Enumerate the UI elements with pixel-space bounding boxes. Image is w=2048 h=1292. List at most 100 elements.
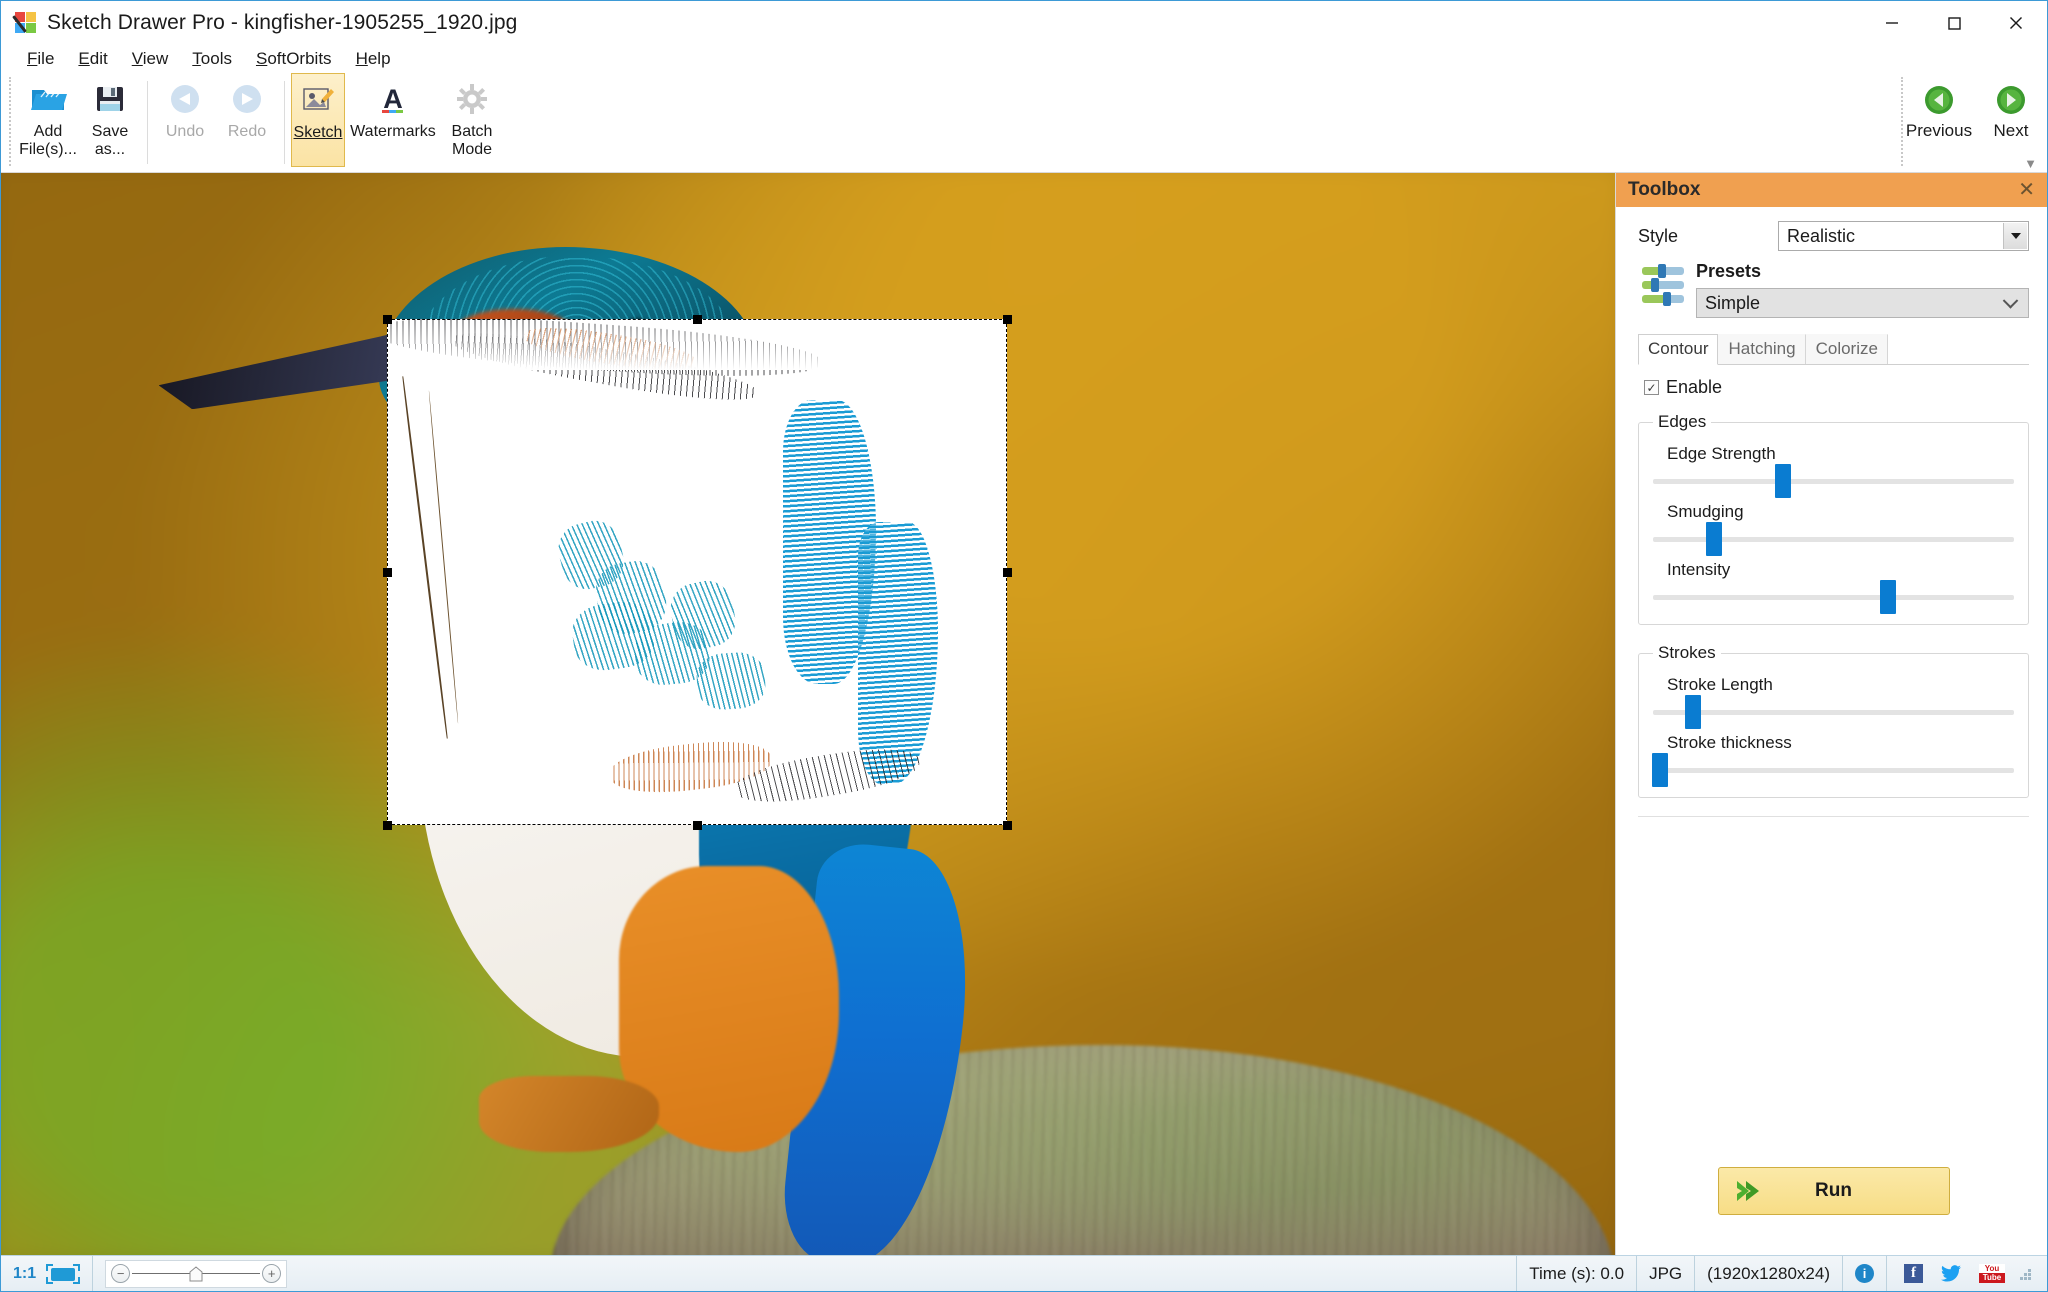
image-canvas[interactable]	[1, 173, 1615, 1255]
toolbox-header: Toolbox ✕	[1616, 173, 2047, 207]
menu-item-edit[interactable]: Edit	[66, 47, 119, 71]
undo-button[interactable]: Undo	[154, 73, 216, 165]
minimize-button[interactable]	[1861, 1, 1923, 45]
effect-tabs: Contour Hatching Colorize	[1638, 334, 2029, 365]
main-body: Toolbox ✕ Style Realistic Presets Simple…	[1, 173, 2047, 1255]
ribbon-expand-icon[interactable]: ▼	[2024, 157, 2037, 170]
floppy-disk-icon	[94, 79, 126, 119]
tab-hatching[interactable]: Hatching	[1718, 334, 1806, 364]
redo-button[interactable]: Redo	[216, 73, 278, 165]
selection-handle-nw[interactable]	[382, 315, 392, 325]
title-bar: Sketch Drawer Pro - kingfisher-1905255_1…	[1, 1, 2047, 45]
time-cell: Time (s): 0.0	[1529, 1263, 1625, 1283]
selection-handle-w[interactable]	[382, 568, 392, 578]
maximize-button[interactable]	[1923, 1, 1985, 45]
batch-mode-label-line1: Batch	[451, 123, 493, 140]
zoom-track[interactable]	[132, 1265, 261, 1281]
stroke-thickness-slider[interactable]	[1652, 753, 2014, 787]
tab-contour[interactable]: Contour	[1638, 334, 1719, 365]
run-button-wrap: Run	[1638, 1141, 2029, 1255]
watermarks-label: Watermarks	[350, 123, 436, 140]
previous-button[interactable]: Previous	[1903, 83, 1975, 141]
batch-mode-label-line2: Mode	[451, 141, 493, 159]
redo-label: Redo	[227, 123, 267, 140]
stroke-length-block: Stroke Length	[1653, 675, 2014, 729]
chevron-down-icon[interactable]	[2003, 223, 2027, 249]
tab-colorize[interactable]: Colorize	[1805, 334, 1888, 364]
style-dropdown[interactable]: Realistic	[1778, 221, 2029, 251]
dimensions-cell: (1920x1280x24)	[1707, 1263, 1830, 1283]
presets-dropdown[interactable]: Simple	[1696, 288, 2029, 318]
selection-handle-n[interactable]	[692, 315, 702, 325]
save-as-label-line1: Save	[91, 123, 129, 140]
resize-grip[interactable]	[2018, 1267, 2032, 1281]
green-right-arrow-icon	[1995, 83, 2027, 117]
next-button[interactable]: Next	[1975, 83, 2047, 141]
selection-handle-s[interactable]	[692, 821, 702, 831]
sketch-button[interactable]: Sketch	[291, 73, 345, 167]
close-button[interactable]	[1985, 1, 2047, 45]
run-button[interactable]: Run	[1717, 1167, 1950, 1215]
selection-handle-ne[interactable]	[1002, 315, 1012, 325]
selection-handle-se[interactable]	[1002, 821, 1012, 831]
facebook-icon[interactable]: f	[1904, 1264, 1923, 1283]
stroke-length-slider[interactable]	[1653, 695, 2014, 729]
ribbon-drag-handle[interactable]	[9, 77, 11, 166]
enable-checkbox[interactable]: ✓	[1644, 380, 1659, 395]
zoom-in-button[interactable]: +	[262, 1264, 282, 1283]
zoom-out-button[interactable]: −	[111, 1264, 131, 1283]
next-label: Next	[1993, 121, 2029, 140]
zoom-ratio-label[interactable]: 1:1	[13, 1265, 36, 1283]
save-as-button[interactable]: Save as...	[79, 73, 141, 165]
menu-item-softorbits[interactable]: SoftOrbits	[244, 47, 344, 71]
menu-item-view[interactable]: View	[120, 47, 181, 71]
menu-item-file[interactable]: File	[15, 47, 66, 71]
sketch-label: Sketch	[293, 124, 343, 141]
sketch-picture-pencil-icon	[301, 80, 335, 120]
presets-label: Presets	[1696, 261, 1762, 281]
undo-label: Undo	[165, 123, 205, 140]
sketch-drawer-logo-icon	[12, 12, 37, 34]
intensity-label: Intensity	[1667, 560, 1731, 579]
selection-handle-e[interactable]	[1002, 568, 1012, 578]
letter-a-icon: A	[376, 79, 410, 119]
edge-strength-slider[interactable]	[1653, 464, 2014, 498]
toolbox-body: Style Realistic Presets Simple Contour H…	[1616, 207, 2047, 1255]
status-bar: 1:1 − + Time (s): 0.0 JPG (1920x1280x24)…	[1, 1255, 2047, 1291]
enable-checkbox-row[interactable]: ✓ Enable	[1644, 377, 2029, 398]
run-label: Run	[1815, 1180, 1852, 1201]
ribbon-group-history: Undo Redo	[154, 73, 278, 172]
menu-item-tools[interactable]: Tools	[180, 47, 244, 71]
selection-handle-sw[interactable]	[382, 821, 392, 831]
twitter-icon[interactable]	[1941, 1265, 1961, 1282]
close-icon[interactable]: ✕	[2014, 180, 2039, 200]
fit-to-window-icon[interactable]	[46, 1263, 81, 1284]
application-window: Sketch Drawer Pro - kingfisher-1905255_1…	[0, 0, 2048, 1292]
smudging-block: Smudging	[1653, 502, 2014, 556]
zoom-home-icon[interactable]	[189, 1265, 203, 1282]
social-cell: f You Tube	[1887, 1256, 2047, 1291]
info-icon[interactable]: i	[1855, 1264, 1874, 1283]
menu-item-help[interactable]: Help	[344, 47, 403, 71]
info-cell[interactable]: i	[1843, 1256, 1886, 1291]
ribbon-group-effects: Sketch A Watermarks Batch Mode	[291, 73, 503, 172]
ribbon-group-file: Add File(s)... Save as...	[17, 73, 141, 172]
svg-text:A: A	[383, 84, 403, 114]
sketch-preview-region	[386, 319, 1007, 826]
add-files-label-line1: Add	[33, 123, 63, 140]
green-left-arrow-icon	[1923, 83, 1955, 117]
batch-mode-button[interactable]: Batch Mode	[441, 73, 503, 165]
edge-strength-label: Edge Strength	[1667, 444, 1776, 463]
zoom-slider[interactable]: − +	[105, 1259, 288, 1288]
intensity-block: Intensity	[1653, 560, 2014, 614]
add-files-button[interactable]: Add File(s)...	[17, 73, 79, 165]
smudging-slider[interactable]	[1653, 522, 2014, 556]
presets-row: Presets Simple	[1638, 261, 2029, 318]
youtube-bottom-text: Tube	[1979, 1273, 2005, 1283]
youtube-icon[interactable]: You Tube	[1979, 1264, 2005, 1283]
stroke-thickness-label: Stroke thickness	[1667, 733, 1792, 752]
strokes-group: Strokes Stroke Length Stroke thickness	[1638, 643, 2029, 798]
watermarks-button[interactable]: A Watermarks	[345, 73, 441, 165]
chevron-down-icon[interactable]	[2002, 293, 2019, 309]
intensity-slider[interactable]	[1653, 580, 2014, 614]
